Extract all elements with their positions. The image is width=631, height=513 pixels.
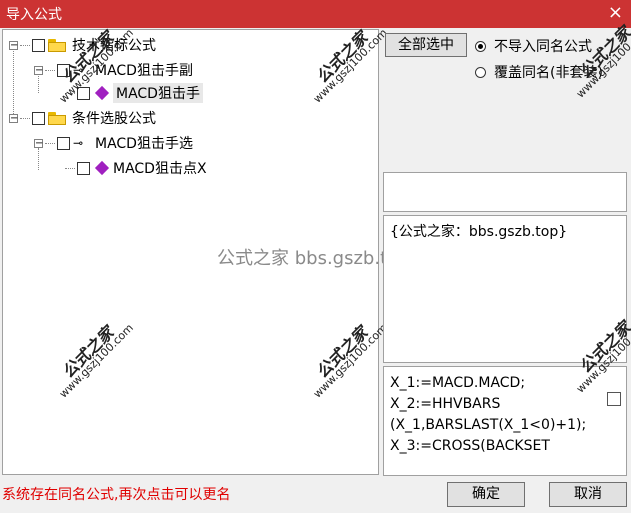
- formula-icon: [94, 85, 110, 101]
- tree-node-macd-sub[interactable]: − ⊸ MACD狙击手副: [34, 59, 193, 81]
- code-line: X_3:=CROSS(BACKSET: [390, 438, 550, 454]
- description-panel: {公式之家：bbs.gszb.top}: [383, 215, 627, 363]
- checkbox[interactable]: [32, 111, 45, 125]
- folder-icon: [48, 38, 66, 52]
- cancel-button[interactable]: 取消: [549, 482, 627, 507]
- tree-node-label: 条件选股公式: [72, 111, 156, 127]
- ok-button[interactable]: 确定: [447, 482, 525, 507]
- radio-button[interactable]: [475, 40, 486, 52]
- option-label: 不导入同名公式: [494, 39, 592, 55]
- tree-connector: [45, 69, 55, 71]
- title-bar: 导入公式 ×: [0, 0, 631, 28]
- code-line: (X_1,BARSLAST(X_1<0)+1);: [390, 417, 587, 433]
- checkbox[interactable]: [32, 38, 45, 52]
- tree-node-label: MACD狙击点X: [113, 161, 207, 177]
- tree-connector: [20, 44, 30, 46]
- description-text: {公式之家：bbs.gszb.top}: [390, 224, 568, 240]
- tree-connector: [20, 117, 30, 119]
- code-line: X_2:=HHVBARS: [390, 396, 501, 412]
- tree-node-macd-select[interactable]: − ⊸ MACD狙击手选: [34, 132, 193, 154]
- close-icon[interactable]: ×: [608, 2, 623, 23]
- expander-icon[interactable]: −: [34, 65, 43, 75]
- key-icon: ⊸: [73, 136, 84, 150]
- watermark-stamp: 公式之家 www.gszj100.com: [310, 321, 391, 401]
- tree-node-label: MACD狙击手: [113, 83, 203, 103]
- expander-icon[interactable]: −: [9, 40, 18, 50]
- tree-connector: [45, 142, 55, 144]
- checkbox[interactable]: [57, 136, 70, 150]
- name-panel: [383, 172, 627, 212]
- tree-node-label: MACD狙击手副: [95, 63, 193, 79]
- status-message: 系统存在同名公式,再次点击可以更名: [2, 487, 231, 503]
- expander-icon[interactable]: −: [34, 138, 43, 148]
- tree-node-label: MACD狙击手选: [95, 136, 193, 152]
- checkbox[interactable]: [77, 161, 90, 175]
- tree-node-macd-point[interactable]: MACD狙击点X: [65, 157, 207, 179]
- watermark-stamp: 公式之家 www.gszj100.com: [310, 26, 391, 106]
- watermark-stamp: 公式之家 www.gszj100.com: [56, 321, 137, 401]
- option-skip-duplicates[interactable]: 不导入同名公式: [475, 36, 592, 56]
- tree-connector: [65, 167, 75, 169]
- formula-icon: [94, 160, 110, 176]
- radio-button[interactable]: [475, 66, 486, 78]
- window-title: 导入公式: [6, 7, 62, 23]
- checkbox[interactable]: [607, 392, 621, 406]
- tree-node-stock-select[interactable]: − 条件选股公式: [9, 107, 156, 129]
- folder-icon: [48, 111, 66, 125]
- expander-icon[interactable]: −: [9, 113, 18, 123]
- center-watermark: 公式之家 bbs.gszb.top: [217, 248, 410, 269]
- select-all-button[interactable]: 全部选中: [385, 33, 467, 57]
